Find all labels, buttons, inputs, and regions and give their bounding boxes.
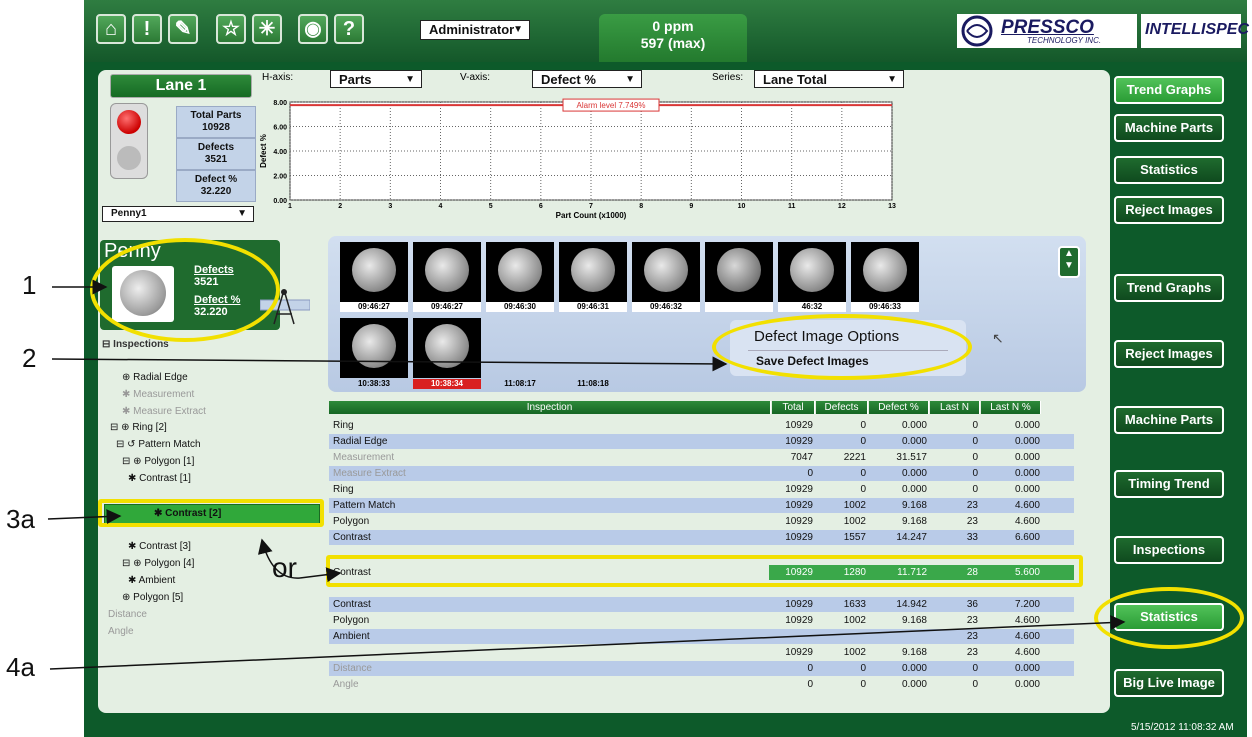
callout-or: or	[272, 552, 297, 583]
tree-item[interactable]: ✱ Contrast [2]	[154, 508, 221, 519]
callout-arrows	[47, 279, 1126, 670]
arrow-3a	[47, 509, 122, 525]
arrow-4a	[49, 615, 1126, 670]
arrow-or-right	[299, 567, 342, 583]
arrow-2	[51, 356, 728, 372]
